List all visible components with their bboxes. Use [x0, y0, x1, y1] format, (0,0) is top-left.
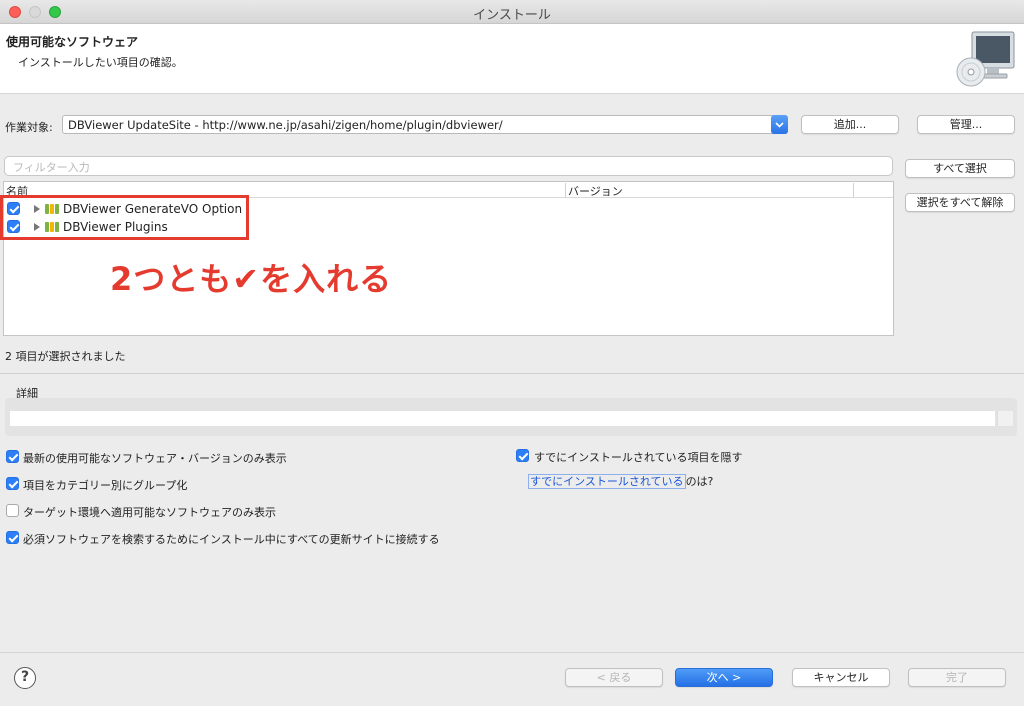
work-target-label: 作業対象: — [5, 121, 53, 134]
latest-only-label: 最新の使用可能なソフトウェア・バージョンのみ表示 — [23, 452, 287, 465]
column-version-header[interactable]: バージョン — [568, 183, 623, 199]
target-env-only-label: ターゲット環境へ適用可能なソフトウェアのみ表示 — [23, 506, 276, 519]
contact-all-sites-checkbox[interactable] — [6, 531, 19, 544]
window-titlebar: インストール — [0, 0, 1024, 24]
column-divider[interactable] — [853, 183, 854, 197]
manage-sites-button[interactable]: 管理... — [917, 115, 1015, 134]
back-button[interactable]: < 戻る — [565, 668, 663, 687]
column-divider[interactable] — [565, 183, 566, 197]
monitor-cd-icon — [956, 31, 1015, 87]
filter-input[interactable]: フィルター入力 — [4, 156, 893, 176]
hide-installed-checkbox[interactable] — [516, 449, 529, 462]
selection-status: 2 項目が選択されました — [5, 350, 126, 363]
details-panel — [5, 398, 1017, 436]
cancel-button[interactable]: キャンセル — [792, 668, 890, 687]
hide-installed-label: すでにインストールされている項目を隠す — [534, 451, 743, 464]
highlight-box — [0, 195, 249, 240]
help-icon[interactable]: ? — [14, 667, 36, 689]
finish-button[interactable]: 完了 — [908, 668, 1006, 687]
details-scrollbar[interactable] — [997, 411, 1013, 426]
work-target-value: DBViewer UpdateSite - http://www.ne.jp/a… — [68, 118, 503, 132]
page-subtitle: インストールしたい項目の確認。 — [18, 56, 183, 69]
select-all-button[interactable]: すべて選択 — [905, 159, 1015, 178]
installed-link-suffix: のは? — [685, 475, 714, 488]
group-by-category-label: 項目をカテゴリー別にグループ化 — [23, 479, 188, 492]
deselect-all-button[interactable]: 選択をすべて解除 — [905, 193, 1015, 212]
footer-divider — [0, 652, 1024, 653]
section-divider — [0, 373, 1024, 374]
contact-all-sites-label: 必須ソフトウェアを検索するためにインストール中にすべての更新サイトに接続する — [23, 533, 440, 546]
installed-info: すでにインストールされている のは? — [528, 473, 713, 489]
page-title: 使用可能なソフトウェア — [6, 35, 139, 49]
details-text-area[interactable] — [10, 411, 995, 426]
already-installed-link[interactable]: すでにインストールされている — [528, 474, 686, 489]
latest-only-checkbox[interactable] — [6, 450, 19, 463]
chevron-down-icon[interactable] — [771, 115, 788, 134]
window-title: インストール — [473, 8, 551, 23]
next-button[interactable]: 次へ > — [675, 668, 773, 687]
annotation-text: 2つとも✔を入れる — [110, 260, 393, 298]
work-target-combo[interactable]: DBViewer UpdateSite - http://www.ne.jp/a… — [62, 115, 788, 134]
target-env-only-checkbox[interactable] — [6, 504, 19, 517]
group-by-category-checkbox[interactable] — [6, 477, 19, 490]
wizard-header: 使用可能なソフトウェア インストールしたい項目の確認。 — [0, 24, 1024, 94]
add-site-button[interactable]: 追加... — [801, 115, 899, 134]
